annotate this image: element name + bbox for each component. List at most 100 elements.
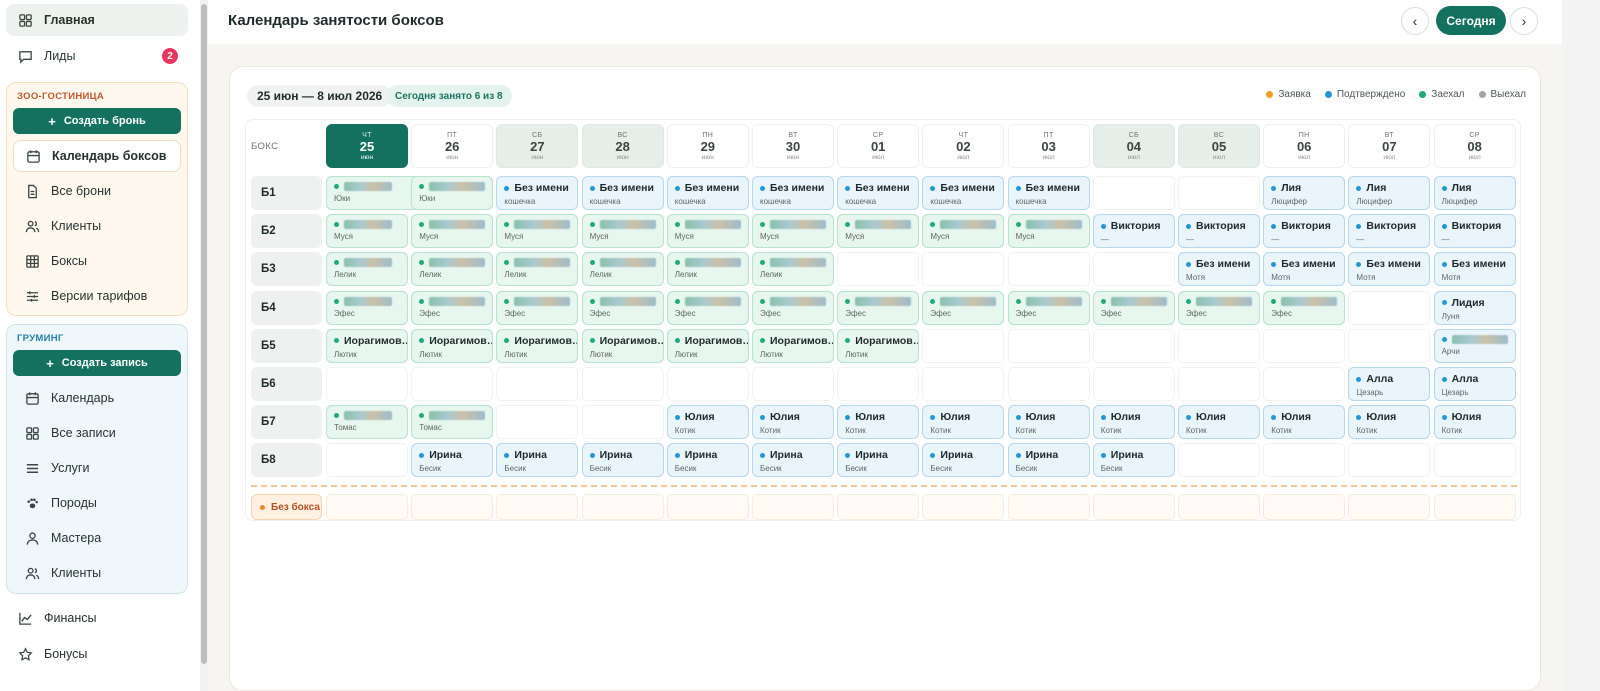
day-header[interactable]: ВТ 30 июн [752, 124, 834, 168]
create-appointment-button[interactable]: + Создать запись [13, 350, 181, 376]
empty-day-cell[interactable] [666, 367, 749, 401]
day-header[interactable]: ВС 28 июн [581, 124, 664, 168]
empty-day-cell[interactable] [1092, 367, 1175, 401]
grooming-nav-item-4[interactable]: Мастера [13, 522, 181, 554]
booking-chip[interactable]: Эфес [752, 290, 834, 325]
booking-chip[interactable]: Муся [326, 214, 408, 249]
booking-chip[interactable]: Эфес [1263, 290, 1346, 325]
zoo-nav-item-1[interactable]: Все брони [13, 175, 181, 207]
empty-day-cell[interactable] [1092, 252, 1175, 287]
booking-chip[interactable]: Эфес [1007, 290, 1090, 325]
booking-chip[interactable]: Юлия Котик [1007, 405, 1090, 440]
day-header[interactable]: ВТ 07 июл [1348, 124, 1431, 168]
booking-chip[interactable]: Юлия Котик [1433, 405, 1516, 440]
booking-chip[interactable]: Ирина Бесик [1007, 443, 1090, 478]
booking-chip[interactable]: Иорагимов… Лютик [496, 328, 579, 363]
booking-chip[interactable]: Ирина Бесик [922, 443, 1005, 478]
booking-chip[interactable]: Эфес [1092, 290, 1175, 325]
booking-chip[interactable]: Юлия Котик [1092, 405, 1175, 440]
day-header[interactable]: ВС 05 июл [1178, 124, 1260, 168]
booking-chip[interactable]: Лия Люцифер [1263, 176, 1346, 210]
booking-chip[interactable]: Ирина Бесик [496, 443, 579, 478]
booking-chip[interactable]: Без имени Мотя [1348, 252, 1431, 287]
booking-chip[interactable]: Виктория — [1092, 214, 1175, 249]
empty-day-cell[interactable] [752, 367, 834, 401]
empty-day-cell[interactable] [1263, 443, 1346, 478]
booking-chip[interactable]: Ирина Бесик [752, 443, 834, 478]
empty-day-cell[interactable] [1263, 328, 1346, 363]
booking-chip[interactable]: Муся [666, 214, 749, 249]
booking-chip[interactable]: Юлия Котик [837, 405, 920, 440]
booking-chip[interactable]: Эфес [581, 290, 664, 325]
booking-chip[interactable]: Лелик [411, 252, 494, 287]
empty-day-cell[interactable] [1348, 290, 1431, 325]
empty-day-cell[interactable] [922, 252, 1005, 287]
no-box-day-cell[interactable] [581, 494, 664, 520]
sidebar-scrollbar-thumb[interactable] [201, 4, 207, 664]
booking-chip[interactable]: Иорагимов… Лютик [752, 328, 834, 363]
booking-chip[interactable]: Ирина Бесик [666, 443, 749, 478]
zoo-nav-item-3[interactable]: Боксы [13, 245, 181, 277]
empty-day-cell[interactable] [1007, 328, 1090, 363]
day-header[interactable]: СР 01 июл [837, 124, 920, 168]
grooming-nav-item-0[interactable]: Календарь [13, 382, 181, 414]
booking-chip[interactable]: Юлия Котик [1348, 405, 1431, 440]
grooming-nav-item-3[interactable]: Породы [13, 487, 181, 519]
booking-chip[interactable]: Алла Цезарь [1348, 367, 1431, 401]
booking-chip[interactable]: Муся [411, 214, 494, 249]
main-nav-item-0[interactable]: Главная [6, 4, 188, 36]
zoo-nav-item-0[interactable]: Календарь боксов [13, 140, 181, 172]
today-button[interactable]: Сегодня [1436, 6, 1506, 35]
day-header[interactable]: ПТ 03 июл [1007, 124, 1090, 168]
booking-chip[interactable]: Эфес [922, 290, 1005, 325]
empty-day-cell[interactable] [1178, 367, 1260, 401]
empty-day-cell[interactable] [1007, 252, 1090, 287]
no-box-day-cell[interactable] [411, 494, 494, 520]
empty-day-cell[interactable] [1348, 443, 1431, 478]
booking-chip[interactable]: Эфес [496, 290, 579, 325]
booking-chip[interactable]: Лелик [496, 252, 579, 287]
day-header[interactable]: СР 08 июл [1433, 124, 1516, 168]
no-box-day-cell[interactable] [326, 494, 408, 520]
booking-chip[interactable]: Лидия Луня [1433, 290, 1516, 325]
empty-day-cell[interactable] [922, 328, 1005, 363]
next-period-button[interactable]: › [1510, 7, 1538, 35]
booking-chip[interactable]: Алла Цезарь [1433, 367, 1516, 401]
booking-chip[interactable]: Без имени кошечка [837, 176, 920, 210]
no-box-day-cell[interactable] [752, 494, 834, 520]
bottom-nav-item-0[interactable]: Финансы [6, 602, 188, 634]
booking-chip[interactable]: Лия Люцифер [1348, 176, 1431, 210]
empty-day-cell[interactable] [922, 367, 1005, 401]
main-nav-item-1[interactable]: Лиды 2 [6, 40, 188, 72]
empty-day-cell[interactable] [581, 367, 664, 401]
empty-day-cell[interactable] [496, 405, 579, 440]
booking-chip[interactable]: Виктория — [1348, 214, 1431, 249]
no-box-day-cell[interactable] [666, 494, 749, 520]
empty-day-cell[interactable] [1348, 328, 1431, 363]
booking-chip[interactable]: Без имени кошечка [581, 176, 664, 210]
bottom-nav-item-1[interactable]: Бонусы [6, 638, 188, 670]
day-header[interactable]: СБ 04 июл [1092, 124, 1175, 168]
booking-chip[interactable]: Ирина Бесик [837, 443, 920, 478]
booking-chip[interactable]: Юлия Котик [666, 405, 749, 440]
empty-day-cell[interactable] [411, 367, 494, 401]
empty-day-cell[interactable] [1092, 176, 1175, 210]
no-box-day-cell[interactable] [1007, 494, 1090, 520]
booking-chip[interactable]: Эфес [411, 290, 494, 325]
day-header[interactable]: ПН 29 июн [666, 124, 749, 168]
booking-chip[interactable]: Без имени кошечка [496, 176, 579, 210]
no-box-day-cell[interactable] [1263, 494, 1346, 520]
zoo-nav-item-4[interactable]: Версии тарифов [13, 280, 181, 312]
booking-chip[interactable]: Ирина Бесик [1092, 443, 1175, 478]
booking-chip[interactable]: Без имени Мотя [1263, 252, 1346, 287]
no-box-day-cell[interactable] [1433, 494, 1516, 520]
empty-day-cell[interactable] [1092, 328, 1175, 363]
empty-day-cell[interactable] [496, 367, 579, 401]
booking-chip[interactable]: Томас [326, 405, 408, 440]
zoo-nav-item-2[interactable]: Клиенты [13, 210, 181, 242]
sidebar-scrollbar[interactable] [200, 0, 208, 691]
prev-period-button[interactable]: ‹ [1401, 7, 1429, 35]
booking-chip[interactable]: Юки [411, 176, 494, 210]
booking-chip[interactable]: Эфес [837, 290, 920, 325]
booking-chip[interactable]: Муся [581, 214, 664, 249]
